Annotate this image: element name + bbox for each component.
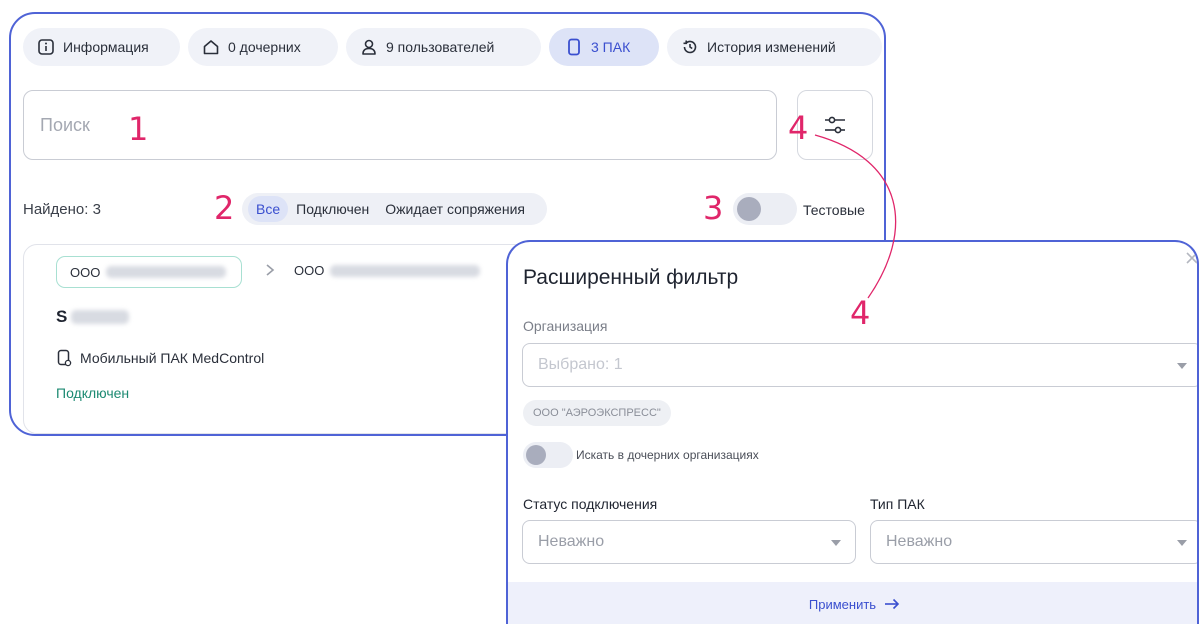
caret-down-icon: [1177, 363, 1187, 369]
apply-button[interactable]: Применить: [809, 597, 876, 612]
pak-type-value: Неважно: [886, 533, 953, 550]
annotation-4-top: 4: [788, 109, 809, 147]
search-children-label: Искать в дочерних организациях: [576, 448, 759, 462]
connection-status-value: Неважно: [538, 533, 605, 550]
chevron-right-icon: [266, 264, 275, 276]
arrow-right-icon[interactable]: [884, 598, 900, 610]
annotation-2: 2: [214, 189, 235, 227]
pak-serial: S: [56, 307, 130, 327]
connection-status-label: Статус подключения: [523, 496, 658, 512]
device-type: Мобильный ПАК MedControl: [56, 349, 264, 367]
tab-bar: Информация 0 дочерних 9 пользователей 3 …: [23, 28, 882, 66]
filter-sliders-icon: [825, 116, 845, 134]
redacted-text: [71, 310, 130, 324]
redacted-text: [330, 264, 481, 277]
tab-history-label: История изменений: [707, 39, 836, 55]
toggle-knob: [526, 445, 546, 465]
test-toggle[interactable]: [733, 193, 797, 225]
toggle-knob: [737, 197, 761, 221]
search-children-toggle[interactable]: [523, 442, 573, 468]
info-icon: [38, 39, 54, 55]
advanced-filter-button[interactable]: [797, 90, 873, 160]
test-toggle-label: Тестовые: [803, 202, 865, 218]
caret-down-icon: [1177, 540, 1187, 546]
close-icon[interactable]: [1184, 250, 1199, 266]
selected-org-tag[interactable]: ООО "АЭРОЭКСПРЕСС": [523, 400, 671, 426]
mobile-device-icon: [57, 349, 72, 367]
status-filter-awaiting[interactable]: Ожидает сопряжения: [377, 196, 533, 222]
device-type-label: Мобильный ПАК MedControl: [80, 350, 265, 366]
parent-org-label: ООО: [294, 263, 325, 278]
tab-users[interactable]: 9 пользователей: [346, 28, 541, 66]
parent-org: ООО: [294, 263, 481, 278]
tab-pak-label: 3 ПАК: [591, 39, 631, 55]
organization-select[interactable]: Выбрано: 1: [522, 343, 1197, 387]
home-icon: [203, 40, 219, 55]
device-icon: [568, 38, 580, 56]
status-segmented-control: Все Подключен Ожидает сопряжения: [242, 193, 547, 225]
status-filter-all[interactable]: Все: [248, 196, 289, 222]
search-placeholder: Поиск: [40, 114, 90, 135]
organization-label: Организация: [523, 318, 608, 334]
status-filter-connected[interactable]: Подключен: [288, 196, 377, 222]
tab-children-label: 0 дочерних: [228, 39, 301, 55]
connection-status-select[interactable]: Неважно: [522, 520, 856, 564]
redacted-text: [106, 266, 227, 278]
tab-pak[interactable]: 3 ПАК: [549, 28, 659, 66]
filter-footer: Применить: [508, 582, 1197, 624]
user-icon: [362, 39, 376, 55]
connection-status: Подключен: [56, 385, 130, 401]
serial-prefix: S: [56, 307, 68, 326]
caret-down-icon: [831, 540, 841, 546]
annotation-4-bottom: 4: [850, 294, 871, 332]
pak-type-select[interactable]: Неважно: [870, 520, 1197, 564]
pak-type-label: Тип ПАК: [870, 496, 925, 512]
annotation-1: 1: [128, 110, 149, 148]
org-chip[interactable]: ООО: [56, 256, 242, 288]
tab-children[interactable]: 0 дочерних: [188, 28, 338, 66]
tab-users-label: 9 пользователей: [386, 39, 495, 55]
results-count: Найдено: 3: [23, 201, 101, 218]
history-icon: [683, 40, 697, 54]
org-chip-label: ООО: [70, 264, 101, 280]
tab-info[interactable]: Информация: [23, 28, 180, 66]
tab-history[interactable]: История изменений: [667, 28, 882, 66]
annotation-3: 3: [703, 189, 724, 227]
tab-info-label: Информация: [63, 39, 149, 55]
organization-select-value: Выбрано: 1: [538, 356, 623, 373]
filter-panel-title: Расширенный фильтр: [523, 266, 739, 289]
